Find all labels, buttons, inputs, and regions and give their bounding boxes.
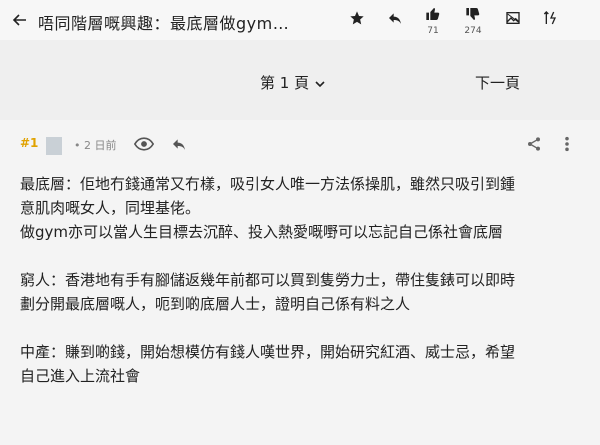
content-line: 最底層：佢地冇錢通常又冇樣，吸引女人唯一方法係操肌，雖然只吸引到鍾 [20, 175, 516, 193]
current-page-label: 第 1 頁 [260, 74, 310, 92]
avatar[interactable] [46, 137, 62, 155]
filter-author-icon[interactable] [540, 7, 562, 29]
more-options-icon[interactable] [559, 134, 575, 154]
post-time-text: 2 日前 [84, 139, 117, 152]
eye-icon[interactable] [133, 134, 155, 154]
like-icon[interactable] [422, 3, 444, 25]
content-line: 劃分開最底層嘅人，呃到啲底層人士，證明自己係有料之人 [20, 295, 411, 313]
post-content: 最底層：佢地冇錢通常又冇樣，吸引女人唯一方法係操肌，雖然只吸引到鍾 意肌肉嘅女人… [20, 172, 585, 388]
content-line: 自己進入上流社會 [20, 367, 141, 385]
thread-title: 唔同階層嘅興趣：最底層做gym… [38, 14, 290, 33]
star-icon[interactable] [346, 7, 368, 29]
top-bar: 唔同階層嘅興趣：最底層做gym… 71 274 [0, 0, 600, 40]
back-arrow-icon[interactable] [8, 9, 30, 31]
like-count: 71 [427, 26, 439, 36]
content-line: 窮人：香港地有手有腳儲返幾年前都可以買到隻勞力士，帶住隻錶可以即時 [20, 271, 516, 289]
chevron-down-icon [315, 74, 325, 92]
page-selector[interactable]: 第 1 頁 [260, 72, 325, 93]
content-line: 中產：賺到啲錢，開始想模仿有錢人嘆世界，開始研究紅酒、威士忌，希望 [20, 343, 516, 361]
dislike-count: 274 [464, 26, 482, 36]
post-time: • 2 日前 [74, 139, 117, 152]
next-page-button[interactable]: 下一頁 [475, 72, 520, 93]
content-line: 做gym亦可以當人生目標去沉醉、投入熱愛嘅嘢可以忘記自己係社會底層 [20, 223, 504, 241]
image-icon[interactable] [502, 7, 524, 29]
share-icon[interactable] [524, 134, 544, 154]
post-number: #1 [20, 136, 39, 150]
reply-icon[interactable] [384, 7, 406, 29]
dislike-icon[interactable] [462, 3, 484, 25]
content-line: 意肌肉嘅女人，同埋基佬。 [20, 199, 201, 217]
quote-reply-icon[interactable] [168, 134, 190, 154]
